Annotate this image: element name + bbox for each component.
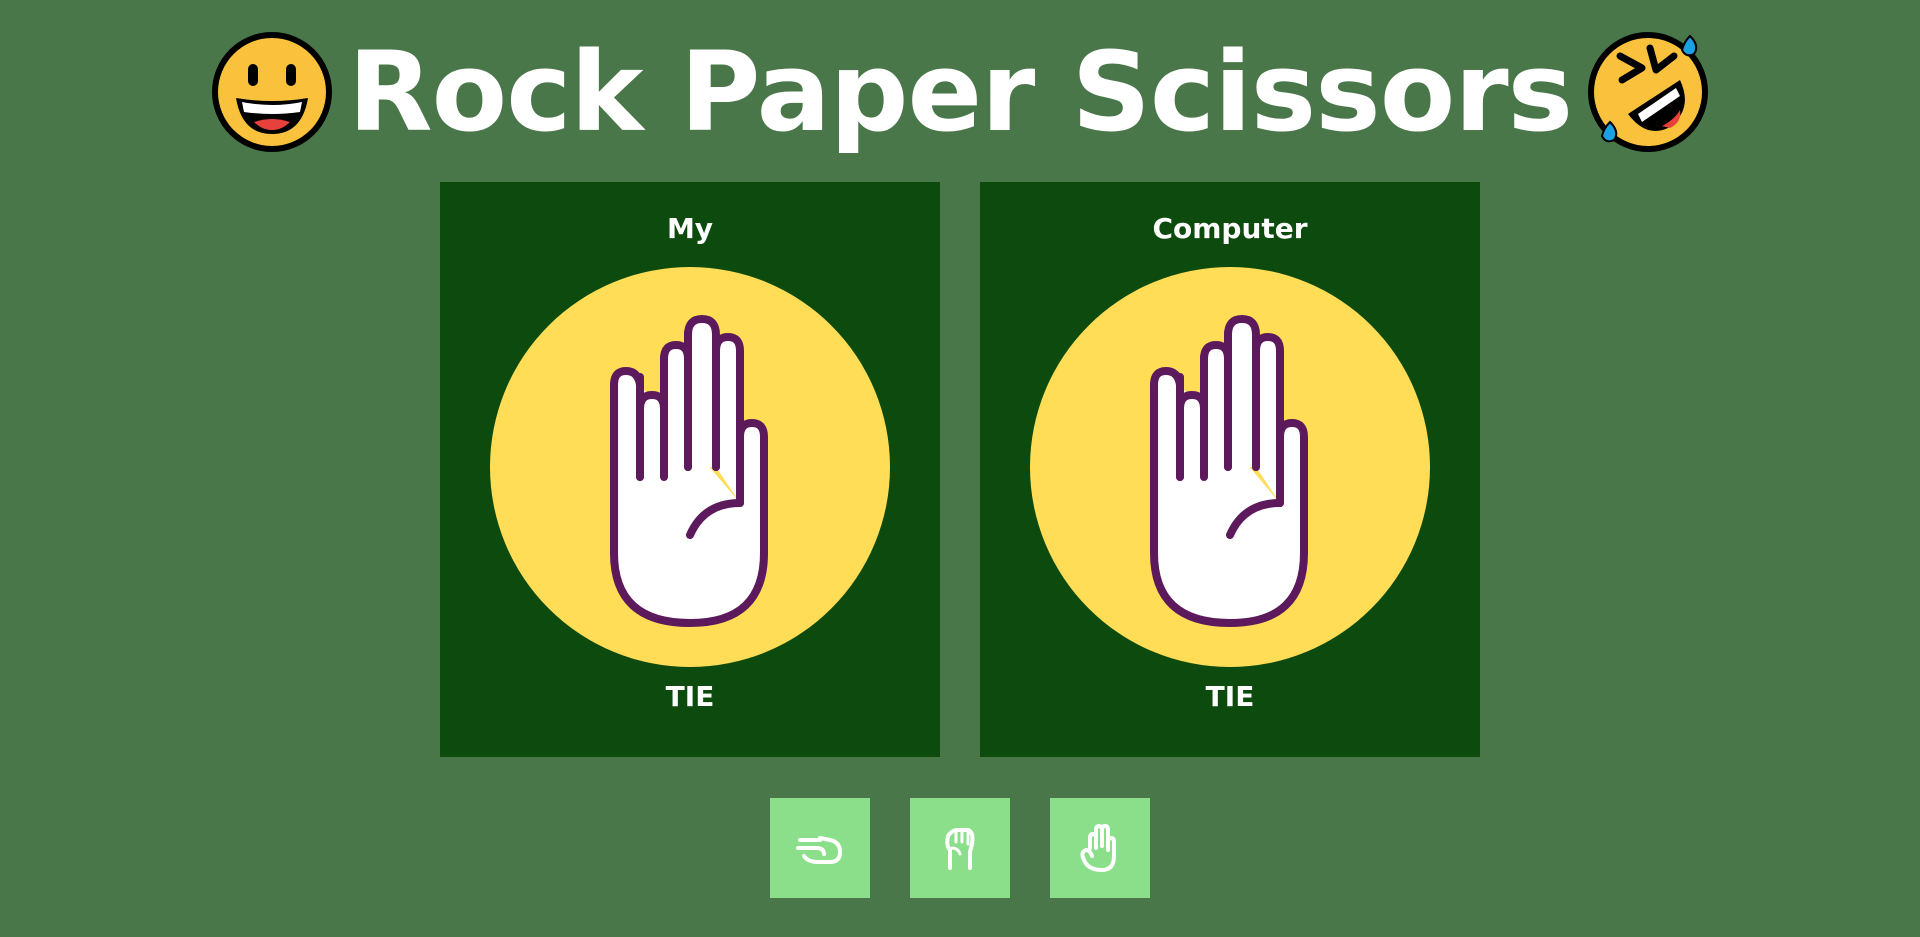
paper-hand-icon bbox=[490, 267, 890, 667]
rock-button[interactable] bbox=[910, 798, 1010, 898]
rolling-on-floor-laughing-icon bbox=[1588, 32, 1709, 152]
header: Rock Paper Scissors bbox=[0, 22, 1920, 162]
grinning-face-icon bbox=[211, 32, 332, 152]
computer-label: Computer bbox=[1152, 212, 1308, 245]
paper-button[interactable] bbox=[1050, 798, 1150, 898]
scissors-hand-icon bbox=[796, 836, 842, 864]
player-label: My bbox=[666, 212, 714, 245]
player-panel: My TIE bbox=[440, 182, 940, 757]
result-text: TIE bbox=[665, 680, 715, 713]
page-title: Rock Paper Scissors bbox=[347, 28, 1573, 156]
computer-panel: Computer TIE bbox=[980, 182, 1480, 757]
paper-hand-icon bbox=[1080, 824, 1116, 872]
rock-fist-icon bbox=[945, 828, 975, 870]
scissors-button[interactable] bbox=[770, 798, 870, 898]
result-text: TIE bbox=[1205, 680, 1255, 713]
paper-hand-icon bbox=[1030, 267, 1430, 667]
